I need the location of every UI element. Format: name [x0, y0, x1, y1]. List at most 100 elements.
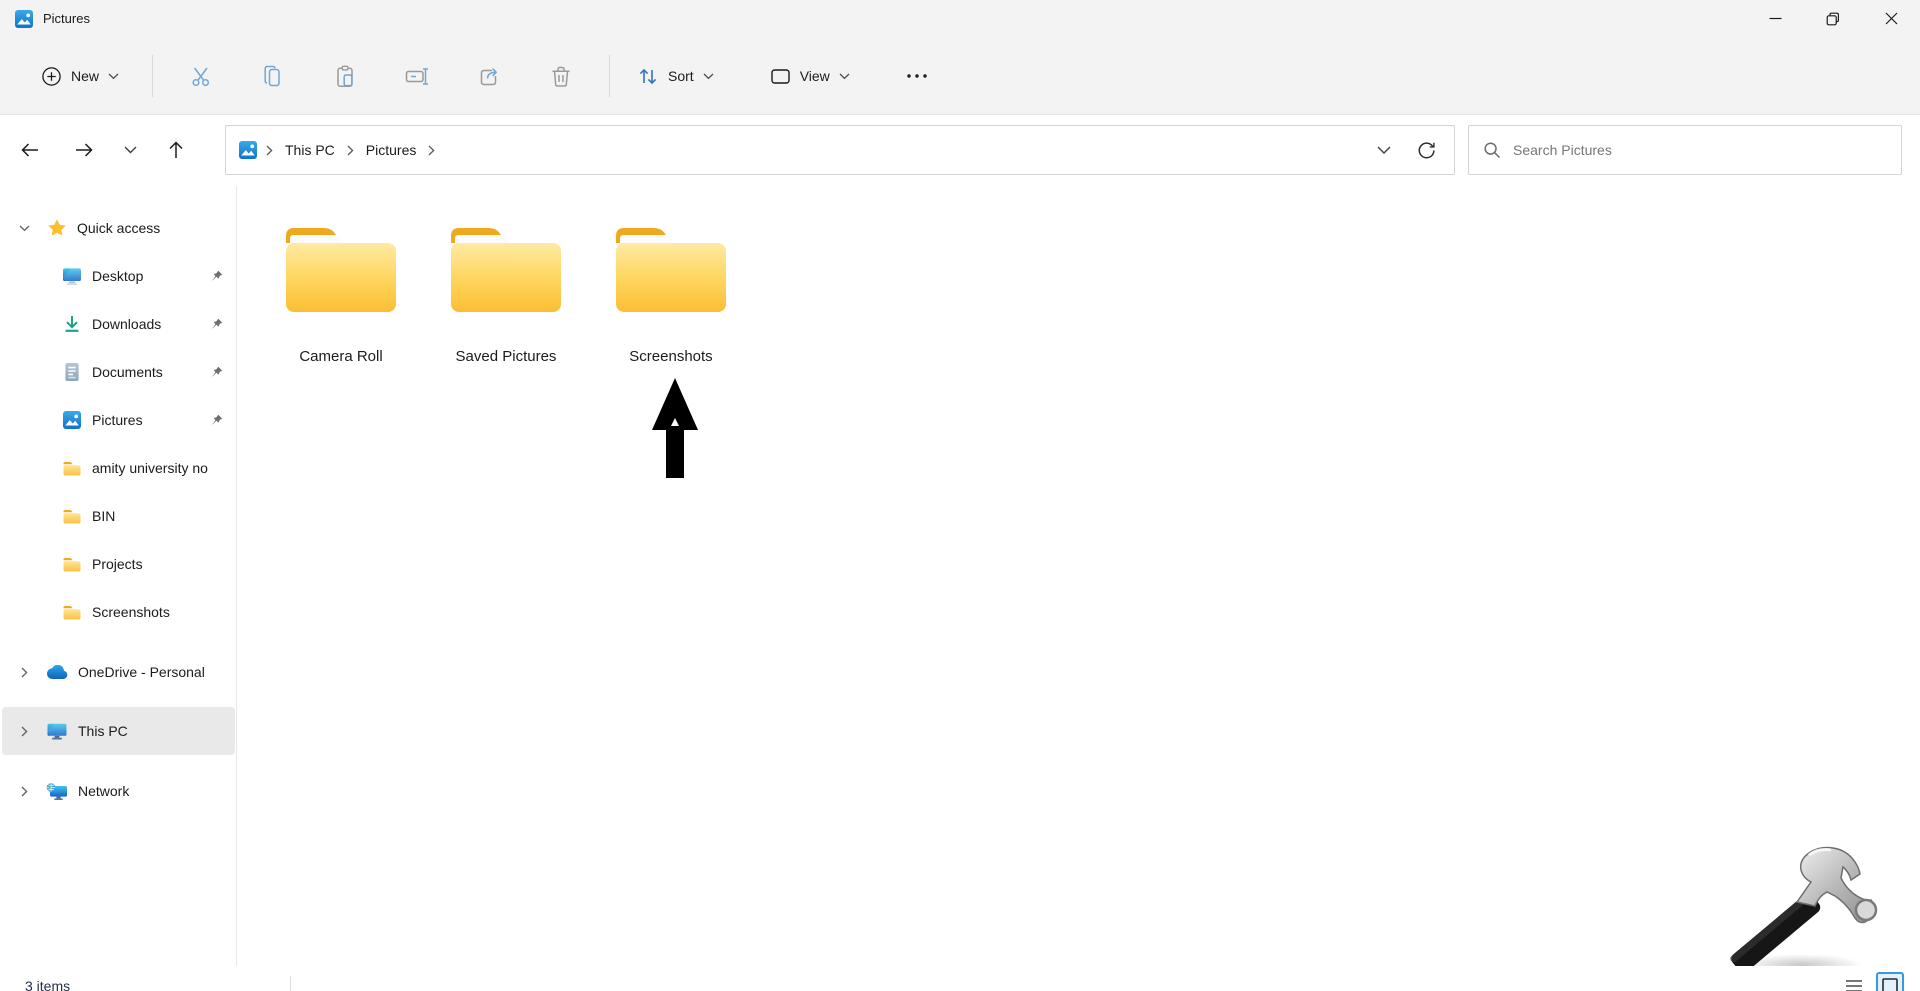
close-icon	[1885, 12, 1898, 25]
up-arrow-annotation	[652, 378, 698, 478]
folder-icon	[608, 220, 734, 320]
search-input[interactable]	[1513, 142, 1887, 158]
pictures-app-icon	[14, 9, 34, 29]
paste-icon	[334, 65, 357, 88]
new-button-label: New	[71, 68, 99, 84]
large-icons-view-button[interactable]	[1876, 972, 1904, 991]
up-button[interactable]	[156, 129, 196, 171]
folder-icon	[278, 220, 404, 320]
search-box[interactable]	[1468, 125, 1902, 175]
chevron-right-icon[interactable]	[14, 726, 34, 737]
folder-icon	[443, 220, 569, 320]
refresh-icon	[1417, 141, 1436, 160]
downloads-icon	[62, 314, 82, 334]
more-options-button[interactable]	[897, 54, 937, 98]
sidebar-item-network[interactable]: Network	[2, 767, 235, 815]
new-button[interactable]: New	[30, 54, 130, 98]
window-header: Pictures New	[0, 0, 1920, 115]
pin-icon	[210, 318, 223, 331]
sidebar-item-label: Pictures	[92, 412, 143, 428]
pictures-icon	[238, 140, 258, 160]
folder-icon	[62, 556, 82, 573]
sidebar-item-amity-university[interactable]: amity university no	[2, 444, 235, 492]
breadcrumb-chevron-icon[interactable]	[258, 145, 281, 156]
breadcrumb-item-pictures[interactable]: Pictures	[362, 142, 421, 158]
breadcrumb-item-this-pc[interactable]: This PC	[281, 142, 339, 158]
trash-icon	[550, 65, 572, 88]
folder-name: Screenshots	[596, 348, 746, 365]
sidebar-item-documents[interactable]: Documents	[2, 348, 235, 396]
share-button[interactable]	[465, 54, 513, 98]
documents-icon	[62, 362, 82, 382]
cut-button[interactable]	[177, 54, 225, 98]
toolbar-separator	[152, 55, 153, 97]
copy-icon	[262, 65, 284, 88]
folder-item-screenshots[interactable]: Screenshots	[596, 220, 746, 365]
back-button[interactable]	[10, 129, 50, 171]
sidebar-item-label: Screenshots	[92, 604, 170, 620]
sidebar-item-quick-access[interactable]: Quick access	[2, 204, 235, 252]
up-arrow-icon	[167, 140, 185, 160]
folder-item-camera-roll[interactable]: Camera Roll	[266, 220, 416, 365]
refresh-button[interactable]	[1417, 141, 1436, 160]
share-icon	[478, 65, 501, 88]
pin-icon	[210, 366, 223, 379]
ellipsis-icon	[906, 73, 928, 79]
chevron-down-icon	[124, 146, 137, 154]
sidebar: Quick access Desktop Downloads Documents	[0, 186, 237, 977]
onedrive-icon	[46, 665, 68, 680]
sidebar-item-pictures[interactable]: Pictures	[2, 396, 235, 444]
sidebar-item-label: This PC	[78, 723, 128, 739]
sidebar-item-desktop[interactable]: Desktop	[2, 252, 235, 300]
file-list-area: Camera Roll Saved Pictures Screenshots	[238, 186, 1920, 991]
breadcrumb-chevron-icon[interactable]	[339, 145, 362, 156]
back-arrow-icon	[20, 141, 40, 159]
sidebar-item-screenshots[interactable]: Screenshots	[2, 588, 235, 636]
sidebar-item-onedrive[interactable]: OneDrive - Personal	[2, 648, 235, 696]
rename-button[interactable]	[393, 54, 441, 98]
toolbar-separator	[609, 55, 610, 97]
plus-circle-icon	[41, 66, 62, 87]
large-icons-view-icon	[1881, 977, 1899, 991]
delete-button[interactable]	[537, 54, 585, 98]
close-button[interactable]	[1862, 0, 1920, 37]
sidebar-item-label: OneDrive - Personal	[78, 664, 205, 680]
sort-button[interactable]: Sort	[626, 54, 725, 98]
sidebar-item-downloads[interactable]: Downloads	[2, 300, 235, 348]
desktop-icon	[62, 266, 82, 286]
breadcrumb-chevron-icon[interactable]	[420, 145, 443, 156]
chevron-right-icon[interactable]	[14, 667, 34, 678]
address-bar[interactable]: This PC Pictures	[225, 125, 1455, 175]
sort-icon	[637, 66, 659, 87]
view-icon	[770, 67, 791, 86]
folder-item-saved-pictures[interactable]: Saved Pictures	[431, 220, 581, 365]
copy-button[interactable]	[249, 54, 297, 98]
folder-icon	[62, 460, 82, 477]
sort-button-label: Sort	[668, 68, 694, 84]
details-view-icon	[1844, 976, 1864, 991]
chevron-down-icon	[703, 73, 714, 80]
view-button[interactable]: View	[759, 54, 861, 98]
details-view-button[interactable]	[1840, 972, 1868, 991]
chevron-right-icon[interactable]	[14, 786, 34, 797]
paste-button[interactable]	[321, 54, 369, 98]
this-pc-icon	[46, 722, 68, 741]
recent-locations-button[interactable]	[110, 129, 150, 171]
sidebar-item-label: Network	[78, 783, 129, 799]
sidebar-item-this-pc[interactable]: This PC	[2, 707, 235, 755]
sidebar-item-bin[interactable]: BIN	[2, 492, 235, 540]
chevron-down-icon[interactable]	[14, 225, 34, 232]
window-title: Pictures	[43, 11, 90, 26]
maximize-button[interactable]	[1804, 0, 1862, 37]
sidebar-item-label: Downloads	[92, 316, 161, 332]
forward-button[interactable]	[64, 129, 104, 171]
network-icon	[46, 782, 68, 801]
address-dropdown-button[interactable]	[1377, 146, 1391, 155]
sidebar-item-label: Desktop	[92, 268, 143, 284]
minimize-button[interactable]	[1746, 0, 1804, 37]
search-icon	[1483, 141, 1501, 159]
navigation-row: This PC Pictures	[0, 115, 1920, 186]
sidebar-item-projects[interactable]: Projects	[2, 540, 235, 588]
status-divider	[290, 976, 291, 991]
sidebar-item-label: Quick access	[77, 220, 160, 236]
